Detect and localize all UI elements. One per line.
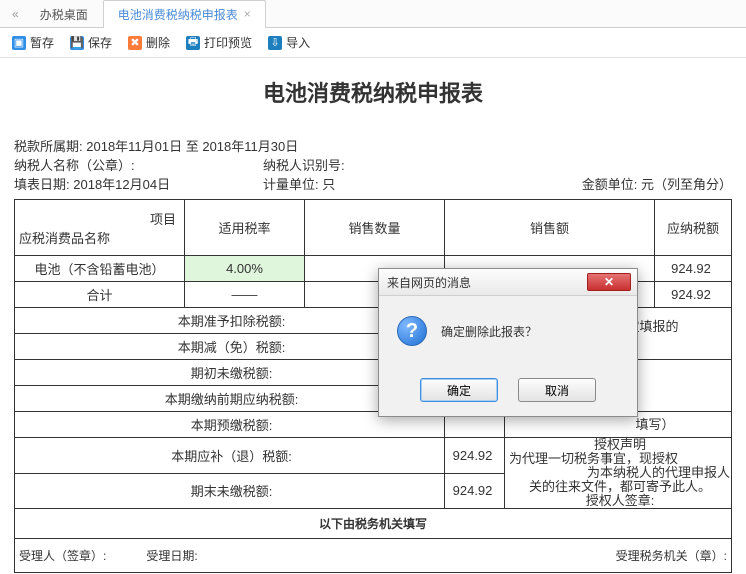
print-preview-button[interactable]: 🖶 打印预览: [186, 34, 252, 51]
close-icon[interactable]: ×: [244, 7, 251, 21]
period-value: 2018年11月01日 至 2018年11月30日: [86, 139, 298, 154]
unit-label: 计量单位:: [263, 177, 319, 192]
dialog-message: 确定删除此报表？: [441, 323, 537, 340]
footer-line: 以下由税务机关填写: [14, 509, 732, 539]
cell-end-unpaid: 924.92: [445, 473, 505, 509]
tab-label: 办税桌面: [40, 6, 88, 23]
delete-button[interactable]: ✖ 删除: [128, 34, 170, 51]
cell-name: 电池（不含铅蓄电池）: [15, 256, 185, 282]
dialog-close-button[interactable]: ✕: [587, 273, 631, 291]
cell-rate[interactable]: 4.00%: [185, 256, 305, 282]
cancel-button[interactable]: 取消: [518, 378, 596, 402]
import-button[interactable]: ⇩ 导入: [268, 34, 310, 51]
th-qty: 销售数量: [305, 200, 445, 256]
fill-date-value: 2018年12月04日: [73, 177, 170, 192]
dialog-title: 来自网页的消息: [387, 274, 471, 291]
ok-button[interactable]: 确定: [420, 378, 498, 402]
confirm-dialog: 来自网页的消息 ✕ ? 确定删除此报表？ 确定 取消: [378, 268, 638, 417]
save-button[interactable]: 💾 保存: [70, 34, 112, 51]
th-tax: 应纳税额: [655, 200, 732, 256]
sign-row: 受理人（签章）: 受理日期: 受理税务机关（章）:: [14, 539, 732, 573]
tab-label: 电池消费税纳税申报表: [118, 6, 238, 23]
th-amt: 销售额: [445, 200, 655, 256]
cell-tax: 924.92: [655, 256, 732, 282]
tab-bar: « 办税桌面 电池消费税纳税申报表 ×: [0, 0, 746, 28]
unit-value: 只: [322, 177, 335, 192]
save-label: 保存: [88, 34, 112, 51]
cell-tax: 924.92: [655, 282, 732, 308]
question-icon: ?: [397, 316, 427, 346]
print-label: 打印预览: [204, 34, 252, 51]
import-icon: ⇩: [268, 36, 282, 50]
tab-scroll-left[interactable]: «: [6, 7, 25, 21]
cell-rate: ——: [185, 282, 305, 308]
money-unit-label: 金额单位:: [582, 177, 638, 192]
cell-refund: 924.92: [445, 438, 505, 474]
sign-date: 受理日期:: [146, 547, 197, 564]
row-end-unpaid: 期末未缴税额:: [15, 473, 445, 509]
pause-button[interactable]: ▣ 暂存: [12, 34, 54, 51]
import-label: 导入: [286, 34, 310, 51]
cell-name: 合计: [15, 282, 185, 308]
sign-person: 受理人（签章）:: [19, 547, 106, 564]
taxpayer-name-label: 纳税人名称（公章）:: [14, 158, 135, 173]
delete-label: 删除: [146, 34, 170, 51]
delete-icon: ✖: [128, 36, 142, 50]
tab-battery-tax-form[interactable]: 电池消费税纳税申报表 ×: [103, 0, 266, 28]
row-refund: 本期应补（退）税额:: [15, 438, 445, 474]
period-label: 税款所属期:: [14, 139, 83, 154]
money-unit-value: 元（列至角分）: [641, 177, 732, 192]
save-icon: 💾: [70, 36, 84, 50]
taxpayer-id-label: 纳税人识别号:: [263, 158, 345, 173]
page-title: 电池消费税纳税申报表: [14, 76, 732, 108]
dialog-titlebar[interactable]: 来自网页的消息 ✕: [379, 269, 637, 296]
pause-label: 暂存: [30, 34, 54, 51]
toolbar: ▣ 暂存 💾 保存 ✖ 删除 🖶 打印预览 ⇩ 导入: [0, 28, 746, 58]
th-rate: 适用税率: [185, 200, 305, 256]
th-name: 项目 应税消费品名称: [15, 200, 185, 256]
print-icon: 🖶: [186, 36, 200, 50]
auth-note: 授权声明 为代理一切税务事宜，现授权 （地址） 为本纳税人的代理申报人，任何与本…: [505, 438, 732, 509]
tab-desktop[interactable]: 办税桌面: [25, 0, 103, 28]
pause-icon: ▣: [12, 36, 26, 50]
sign-authority: 受理税务机关（章）:: [616, 547, 727, 564]
meta-block: 税款所属期: 2018年11月01日 至 2018年11月30日 纳税人名称（公…: [14, 136, 732, 193]
fill-date-label: 填表日期:: [14, 177, 70, 192]
